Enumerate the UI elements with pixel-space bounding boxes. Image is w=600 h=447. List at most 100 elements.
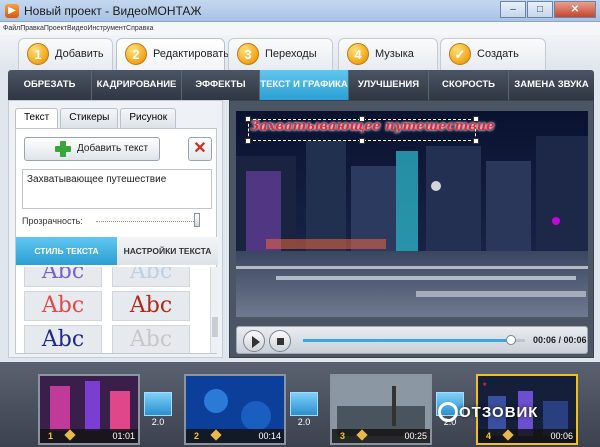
tab-text-style[interactable]: СТИЛЬ ТЕКСТА [16,237,117,265]
minimize-button[interactable]: – [500,1,526,18]
tab-trim[interactable]: ОБРЕЗАТЬ ВИДЕО [8,70,92,120]
opacity-slider[interactable] [96,221,200,223]
step-label: Редактировать [153,48,229,60]
maximize-button[interactable]: □ [527,1,553,18]
menu-video[interactable]: Видео [67,22,87,35]
step-label: Создать [477,48,519,60]
text-input[interactable]: Захватывающее путешествие [22,169,212,209]
text-style-preset[interactable]: Abc [24,325,102,353]
opacity-slider-thumb[interactable] [194,213,200,227]
add-text-button[interactable]: Добавить текст [24,137,160,161]
opacity-label: Прозрачность: [22,216,83,226]
step-number-icon: 3 [237,43,259,65]
timeline-clip[interactable]: 1 01:01 [38,374,140,445]
subtab-text[interactable]: Текст [15,108,59,128]
checkmark-icon: ✓ [449,43,471,65]
text-style-preset[interactable]: Abc [112,291,190,321]
svg-text:★: ★ [482,381,487,388]
tab-crop[interactable]: КАДРИРОВАНИЕ [92,70,182,100]
menu-tools[interactable]: Инструмент [87,22,126,35]
resize-handle[interactable] [359,116,365,122]
text-style-preset[interactable]: Abc [112,267,190,287]
clip-duration: 00:25 [404,431,427,441]
transition-duration: 2.0 [151,417,165,427]
edit-pencil-icon[interactable] [356,429,368,441]
edit-pencil-icon[interactable] [502,429,514,441]
delete-button[interactable]: ✕ [188,137,212,161]
video-overlay-text[interactable]: Захватывающее путешествие [250,119,495,134]
close-button[interactable]: ✕ [554,1,596,18]
time-readout: 00:06 / 00:06 [533,335,587,345]
window-title: Новый проект - ВидеоМОНТАЖ [24,4,202,18]
text-style-preset[interactable]: Abc [112,325,190,353]
menu-file[interactable]: Файл [3,22,20,35]
style-section-tabs: СТИЛЬ ТЕКСТА НАСТРОЙКИ ТЕКСТА [16,237,218,265]
step-add[interactable]: 1 Добавить [18,38,113,70]
clip-number: 2 [194,431,200,441]
resize-handle[interactable] [245,116,251,122]
timeline-clip[interactable]: 2 00:14 [184,374,286,445]
subtab-drawing[interactable]: Рисунок [120,108,177,128]
watermark-logo-icon [438,402,458,422]
resize-handle[interactable] [359,138,365,144]
tab-replace-sound[interactable]: ЗАМЕНА ЗВУКА [509,70,594,100]
text-style-preset[interactable]: Abc [24,291,102,321]
wizard-steps: 1 Добавить 2 Редактировать 3 Переходы 4 … [0,35,600,71]
clip-duration: 00:06 [550,431,573,441]
step-number-icon: 4 [347,43,369,65]
transition-slot[interactable]: 2.0 [144,392,176,430]
tab-speed[interactable]: СКОРОСТЬ [429,70,509,100]
edit-pencil-icon[interactable] [210,429,222,441]
menu-project[interactable]: Проект [44,22,67,35]
app-logo-icon: ▶ [5,4,19,18]
clip-info-bar: 4 00:06 [478,429,576,443]
timeline-clip[interactable]: 3 00:25 [330,374,432,445]
clip-info-bar: 1 01:01 [40,429,138,443]
edit-pencil-icon[interactable] [64,429,76,441]
scrollbar-thumb[interactable] [212,317,218,337]
add-text-label: Добавить текст [77,143,149,154]
stop-button[interactable] [269,330,291,352]
tab-effects[interactable]: ЭФФЕКТЫ [182,70,260,100]
resize-handle[interactable] [245,138,251,144]
resize-handle[interactable] [473,138,479,144]
edit-tabs: ОБРЕЗАТЬ ВИДЕО КАДРИРОВАНИЕ ЭФФЕКТЫ ТЕКС… [8,70,594,120]
clip-info-bar: 2 00:14 [186,429,284,443]
city-scene-image [236,111,588,317]
step-label: Переходы [265,48,317,60]
style-scrollbar[interactable] [210,267,218,353]
plus-icon [55,141,71,157]
menu-help[interactable]: Справка [126,22,153,35]
play-button[interactable] [243,330,265,352]
step-label: Музыка [375,48,414,60]
tab-enhance[interactable]: УЛУЧШЕНИЯ [349,70,429,100]
clip-number: 3 [340,431,346,441]
clip-duration: 00:14 [258,431,281,441]
transition-slot[interactable]: 2.0 [290,392,322,430]
menu-bar: Файл Правка Проект Видео Инструмент Спра… [0,22,600,35]
tab-text-settings[interactable]: НАСТРОЙКИ ТЕКСТА [117,237,218,265]
transition-duration: 2.0 [297,417,311,427]
clip-info-bar: 3 00:25 [332,429,430,443]
menu-edit[interactable]: Правка [20,22,44,35]
text-panel-body: Добавить текст ✕ Захватывающее путешеств… [15,128,218,354]
step-transitions[interactable]: 3 Переходы [228,38,333,70]
step-number-icon: 2 [125,43,147,65]
transition-icon [144,392,172,416]
step-number-icon: 1 [27,43,49,65]
subtab-stickers[interactable]: Стикеры [60,108,119,128]
video-frame[interactable]: Захватывающее путешествие [236,111,588,317]
seek-progress [303,339,517,342]
transition-icon [290,392,318,416]
seek-thumb[interactable] [506,335,516,345]
clip-number: 4 [486,431,492,441]
tab-text-graphics[interactable]: ТЕКСТ И ГРАФИКА [260,70,349,100]
delete-x-icon: ✕ [193,140,207,157]
text-style-preset[interactable]: Abc [24,267,102,287]
step-music[interactable]: 4 Музыка [338,38,438,70]
resize-handle[interactable] [473,116,479,122]
step-edit[interactable]: 2 Редактировать [116,38,229,71]
title-bar: ▶ Новый проект - ВидеоМОНТАЖ – □ ✕ [0,0,600,22]
step-create[interactable]: ✓ Создать [440,38,546,70]
seek-bar[interactable] [303,335,525,345]
